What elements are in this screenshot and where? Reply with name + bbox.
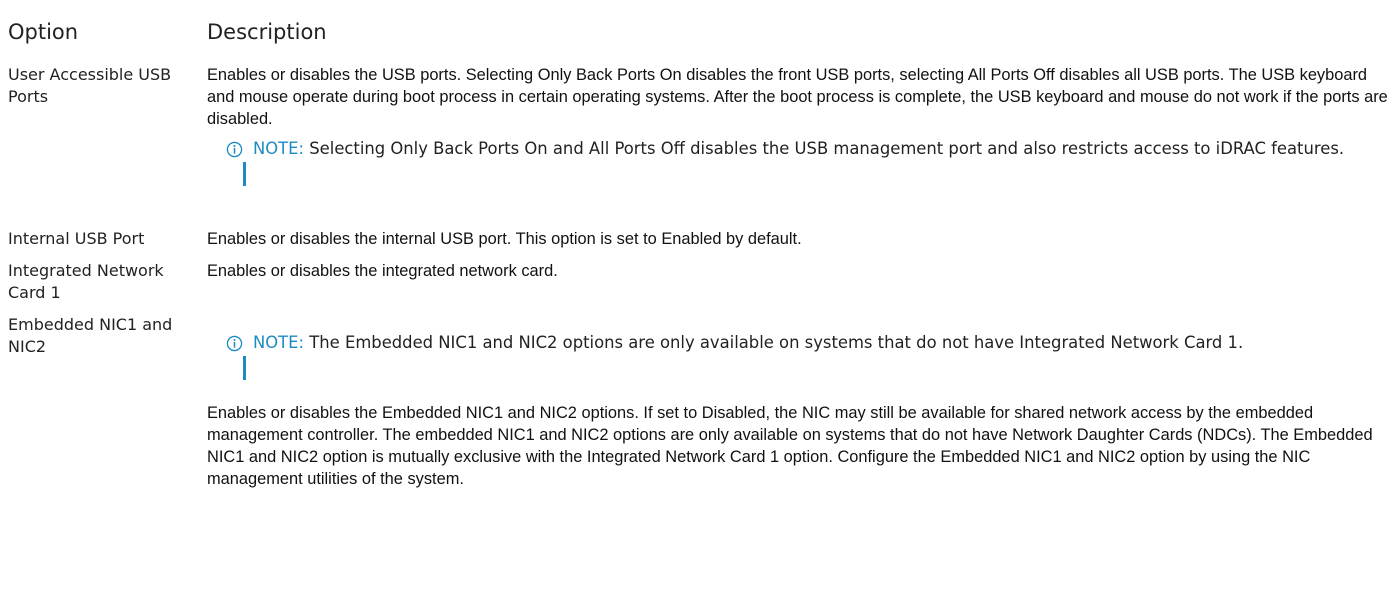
note-embedded-nic-availability: NOTE: The Embedded NIC1 and NIC2 options… — [226, 332, 1383, 380]
note-content: NOTE: Selecting Only Back Ports On and A… — [243, 138, 1383, 160]
note-usb-management: NOTE: Selecting Only Back Ports On and A… — [226, 138, 1383, 186]
description-text: Enables or disables the internal USB por… — [207, 230, 802, 248]
note-text: Selecting Only Back Ports On and All Por… — [304, 139, 1345, 158]
description-embedded-nic1-nic2: Enables or disables the Embedded NIC1 an… — [207, 402, 1392, 490]
info-icon — [226, 141, 243, 158]
option-column-header: Option — [8, 20, 79, 44]
description-column-header: Description — [207, 20, 327, 44]
note-label: NOTE: — [253, 333, 305, 352]
option-user-accessible-usb-ports: User Accessible USB Ports — [8, 65, 172, 106]
description-text: Enables or disables the USB ports. Selec… — [207, 66, 1388, 128]
description-text: Enables or disables the Embedded NIC1 an… — [207, 404, 1373, 488]
note-text: The Embedded NIC1 and NIC2 options are o… — [304, 333, 1244, 352]
option-integrated-network-card-1: Integrated Network Card 1 — [8, 261, 164, 302]
info-icon — [226, 335, 243, 352]
note-content: NOTE: The Embedded NIC1 and NIC2 options… — [243, 332, 1383, 354]
bios-options-table: Option Description User Accessible USB P… — [0, 0, 1397, 599]
option-internal-usb-port: Internal USB Port — [8, 229, 145, 248]
note-accent-bar — [243, 162, 246, 186]
description-internal-usb-port: Enables or disables the internal USB por… — [207, 228, 1392, 250]
option-embedded-nic1-nic2: Embedded NIC1 and NIC2 — [8, 315, 173, 356]
description-integrated-network-card-1: Enables or disables the integrated netwo… — [207, 260, 1392, 282]
description-text: Enables or disables the integrated netwo… — [207, 262, 558, 280]
note-accent-bar — [243, 356, 246, 380]
note-label: NOTE: — [253, 139, 305, 158]
description-user-accessible-usb-ports: Enables or disables the USB ports. Selec… — [207, 64, 1392, 130]
